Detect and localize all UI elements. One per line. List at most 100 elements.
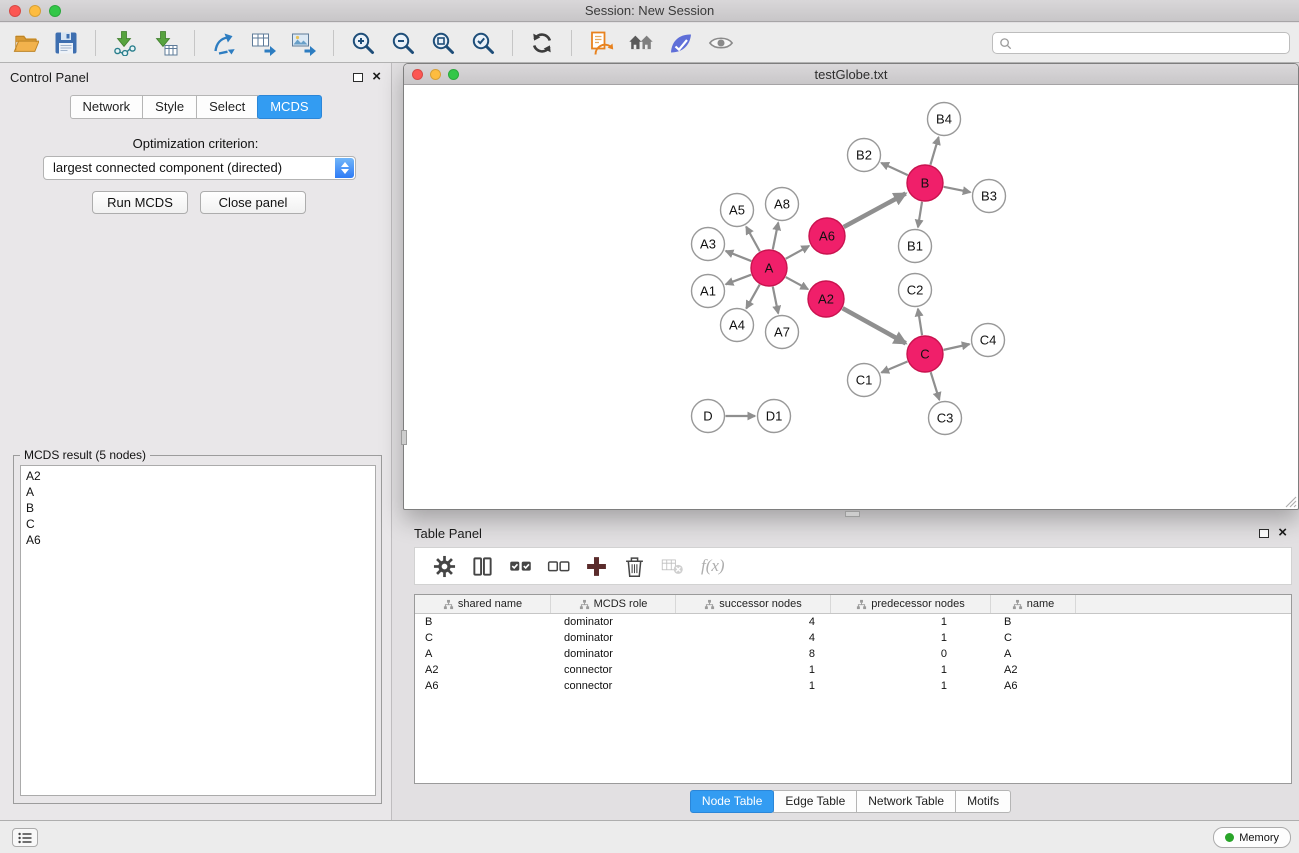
tab-network[interactable]: Network [69, 95, 143, 119]
new-network-icon[interactable] [209, 28, 239, 58]
edge-A-A4[interactable] [746, 285, 759, 309]
column-header-mcds-role[interactable]: MCDS role [551, 595, 676, 613]
edge-B-B4[interactable] [930, 137, 938, 165]
graphics-details-icon[interactable] [706, 28, 736, 58]
task-history-button[interactable] [12, 828, 38, 847]
criterion-dropdown[interactable]: largest connected component (directed) [43, 156, 356, 180]
delete-table-icon[interactable] [657, 551, 687, 581]
edge-B-B1[interactable] [918, 202, 922, 227]
edge-B-B3[interactable] [944, 187, 971, 192]
edge-A-A8[interactable] [773, 223, 778, 250]
node-D[interactable]: D [692, 400, 725, 433]
close-panel-icon[interactable]: × [372, 71, 381, 83]
edge-A6-B[interactable] [844, 193, 906, 226]
show-columns-icon[interactable] [467, 551, 497, 581]
node-C3[interactable]: C3 [929, 402, 962, 435]
result-item[interactable]: A [26, 484, 370, 500]
first-neighbors-icon[interactable] [586, 28, 616, 58]
splitter-handle-left[interactable] [401, 430, 407, 445]
tab-node-table[interactable]: Node Table [690, 790, 775, 813]
tab-edge-table[interactable]: Edge Table [773, 790, 857, 813]
node-B[interactable]: B [907, 165, 943, 201]
network-overview-icon[interactable] [626, 28, 656, 58]
network-window-titlebar[interactable]: testGlobe.txt [404, 64, 1298, 85]
refresh-layout-icon[interactable] [527, 28, 557, 58]
node-C1[interactable]: C1 [848, 364, 881, 397]
save-session-icon[interactable] [51, 28, 81, 58]
node-B2[interactable]: B2 [848, 139, 881, 172]
node-B3[interactable]: B3 [973, 180, 1006, 213]
export-image-icon[interactable] [289, 28, 319, 58]
node-C2[interactable]: C2 [899, 274, 932, 307]
edge-A-A5[interactable] [746, 227, 760, 252]
memory-button[interactable]: Memory [1213, 827, 1291, 848]
network-view[interactable]: B4B2BB3A5A8A6B1A3AC2A1A2A4A7C4CC1C3DD1 [404, 85, 1298, 509]
edge-C-C1[interactable] [881, 361, 907, 372]
column-header-name[interactable]: name [991, 595, 1076, 613]
result-item[interactable]: C [26, 516, 370, 532]
table-row[interactable]: Cdominator41C [415, 630, 1291, 646]
zoom-window-button[interactable] [49, 5, 61, 17]
close-panel-button[interactable]: Close panel [200, 191, 306, 214]
close-window-button[interactable] [9, 5, 21, 17]
tab-style[interactable]: Style [142, 95, 197, 119]
edge-B-B2[interactable] [881, 163, 907, 175]
run-mcds-button[interactable]: Run MCDS [92, 191, 188, 214]
result-item[interactable]: A2 [26, 468, 370, 484]
edge-A-A7[interactable] [773, 287, 778, 314]
node-A7[interactable]: A7 [766, 316, 799, 349]
export-table-icon[interactable] [249, 28, 279, 58]
zoom-out-icon[interactable] [388, 28, 418, 58]
edge-A2-C[interactable] [843, 308, 906, 343]
tab-motifs[interactable]: Motifs [955, 790, 1011, 813]
node-A5[interactable]: A5 [721, 194, 754, 227]
splitter-handle-bottom[interactable] [845, 511, 860, 517]
minimize-network-window-button[interactable] [430, 69, 441, 80]
minimize-window-button[interactable] [29, 5, 41, 17]
float-panel-icon[interactable] [353, 73, 363, 82]
node-B1[interactable]: B1 [899, 230, 932, 263]
node-C4[interactable]: C4 [972, 324, 1005, 357]
column-header-predecessor-nodes[interactable]: predecessor nodes [831, 595, 991, 613]
node-A3[interactable]: A3 [692, 228, 725, 261]
annotations-icon[interactable] [666, 28, 696, 58]
network-canvas[interactable]: B4B2BB3A5A8A6B1A3AC2A1A2A4A7C4CC1C3DD1 [404, 85, 1298, 509]
node-C[interactable]: C [907, 336, 943, 372]
float-table-panel-icon[interactable] [1259, 529, 1269, 538]
add-row-icon[interactable] [581, 551, 611, 581]
resize-grip-icon[interactable] [1284, 495, 1297, 508]
edge-C-C3[interactable] [931, 372, 940, 400]
function-builder-button[interactable]: f(x) [701, 556, 725, 576]
table-settings-icon[interactable] [429, 551, 459, 581]
column-header-shared-name[interactable]: shared name [415, 595, 551, 613]
zoom-fit-icon[interactable] [428, 28, 458, 58]
open-file-icon[interactable] [11, 28, 41, 58]
result-item[interactable]: B [26, 500, 370, 516]
node-A4[interactable]: A4 [721, 309, 754, 342]
tab-network-table[interactable]: Network Table [856, 790, 956, 813]
zoom-in-icon[interactable] [348, 28, 378, 58]
close-table-panel-icon[interactable]: × [1278, 527, 1287, 539]
delete-row-icon[interactable] [619, 551, 649, 581]
table-row[interactable]: A6connector11A6 [415, 678, 1291, 694]
node-A6[interactable]: A6 [809, 218, 845, 254]
search-box[interactable] [992, 32, 1290, 54]
edge-A-A1[interactable] [726, 275, 751, 285]
column-header-successor-nodes[interactable]: successor nodes [676, 595, 831, 613]
close-network-window-button[interactable] [412, 69, 423, 80]
edge-A-A6[interactable] [786, 246, 809, 259]
node-B4[interactable]: B4 [928, 103, 961, 136]
select-all-icon[interactable] [505, 551, 535, 581]
edge-A-A3[interactable] [726, 251, 752, 261]
search-input[interactable] [1016, 36, 1283, 50]
edge-A-A2[interactable] [786, 277, 808, 289]
node-A[interactable]: A [751, 250, 787, 286]
node-D1[interactable]: D1 [758, 400, 791, 433]
edge-C-C4[interactable] [944, 344, 970, 350]
table-row[interactable]: A2connector11A2 [415, 662, 1291, 678]
tab-mcds[interactable]: MCDS [257, 95, 321, 119]
table-row[interactable]: Adominator80A [415, 646, 1291, 662]
tab-select[interactable]: Select [196, 95, 258, 119]
deselect-all-icon[interactable] [543, 551, 573, 581]
node-A8[interactable]: A8 [766, 188, 799, 221]
